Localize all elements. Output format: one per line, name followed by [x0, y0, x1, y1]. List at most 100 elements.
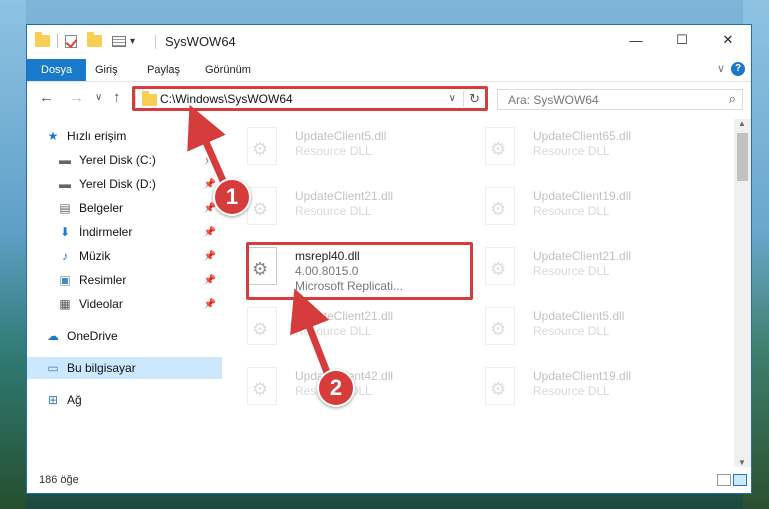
- nav-item-label: OneDrive: [67, 329, 118, 343]
- nav-item-downloads[interactable]: ⬇ İndirmeler 📌: [27, 221, 222, 243]
- file-item[interactable]: ⚙ UpdateClient5.dll Resource DLL: [227, 123, 457, 183]
- tiles-view-icon[interactable]: [733, 474, 747, 486]
- navigation-bar: ← → ∨ ↑ C:\Windows\SysWOW64 ∨ ↻ Ara: Sys…: [27, 83, 751, 115]
- file-item[interactable]: ⚙ UpdateClient19.dll Resource DLL: [465, 183, 695, 243]
- search-input[interactable]: Ara: SysWOW64 ⌕: [497, 89, 743, 110]
- file-description: Resource DLL: [533, 204, 610, 218]
- nav-item-label: Videolar: [79, 297, 123, 311]
- file-item[interactable]: ⚙ UpdateClient5.dll Resource DLL: [465, 303, 695, 363]
- tab-home[interactable]: Giriş: [95, 59, 118, 81]
- nav-item-quick-access[interactable]: ★ Hızlı erişim: [27, 125, 222, 147]
- file-description: Resource DLL: [295, 324, 372, 338]
- scroll-down-icon[interactable]: ▼: [738, 458, 746, 467]
- navigation-pane: ★ Hızlı erişim ▬ Yerel Disk (C:) 📌 ▬ Yer…: [27, 119, 222, 474]
- forward-arrow-icon[interactable]: →: [69, 89, 84, 106]
- star-icon: ★: [47, 129, 59, 143]
- search-icon[interactable]: ⌕: [729, 91, 736, 107]
- cloud-icon: ☁: [47, 329, 59, 343]
- properties-check-icon[interactable]: [65, 34, 77, 48]
- nav-item-local-disk-d[interactable]: ▬ Yerel Disk (D:) 📌: [27, 173, 222, 195]
- nav-item-local-disk-c[interactable]: ▬ Yerel Disk (C:) 📌: [27, 149, 222, 171]
- details-view-icon[interactable]: [717, 474, 731, 486]
- window-controls: — ☐ ✕: [613, 25, 751, 55]
- file-item[interactable]: ⚙ UpdateClient19.dll Resource DLL: [465, 363, 695, 423]
- download-icon: ⬇: [59, 225, 71, 239]
- dll-file-icon: ⚙: [485, 307, 515, 345]
- file-name: UpdateClient21.dll: [533, 249, 632, 263]
- tab-file[interactable]: Dosya: [27, 59, 87, 81]
- back-arrow-icon[interactable]: ←: [39, 89, 54, 106]
- scroll-up-icon[interactable]: ▲: [738, 119, 746, 128]
- file-item[interactable]: ⚙ UpdateClient21.dll Resource DLL: [465, 243, 695, 303]
- nav-item-network[interactable]: ⊞ Ağ: [27, 389, 222, 411]
- nav-item-label: Hızlı erişim: [67, 129, 127, 143]
- nav-item-onedrive[interactable]: ☁ OneDrive: [27, 325, 222, 347]
- recent-locations-icon[interactable]: ∨: [95, 92, 102, 103]
- file-explorer-window: ▾ SysWOW64 — ☐ ✕ Dosya Giriş Paylaş Görü…: [26, 24, 752, 494]
- nav-item-this-pc[interactable]: ▭ Bu bilgisayar: [27, 357, 222, 379]
- file-name: UpdateClient65.dll: [533, 129, 632, 143]
- dll-file-icon: ⚙: [247, 187, 277, 225]
- file-highlight-box: [246, 242, 473, 300]
- nav-item-label: Ağ: [67, 393, 82, 407]
- file-description: Resource DLL: [295, 144, 372, 158]
- tab-share[interactable]: Paylaş: [147, 59, 180, 81]
- view-switcher: [717, 474, 747, 486]
- file-name: UpdateClient21.dll: [295, 189, 394, 203]
- close-button[interactable]: ✕: [705, 25, 751, 55]
- title-bar: ▾ SysWOW64 — ☐ ✕: [27, 25, 751, 59]
- drive-icon: ▬: [59, 177, 71, 191]
- minimize-button[interactable]: —: [613, 25, 659, 55]
- step-marker-1: 1: [213, 178, 251, 216]
- file-description: Resource DLL: [533, 384, 610, 398]
- nav-item-label: Yerel Disk (D:): [79, 177, 156, 191]
- dll-file-icon: ⚙: [247, 367, 277, 405]
- pin-icon[interactable]: 📌: [204, 155, 216, 166]
- file-description: Resource DLL: [533, 264, 610, 278]
- status-bar: 186 öğe: [27, 469, 751, 493]
- expand-ribbon-icon[interactable]: ∨: [717, 62, 725, 75]
- music-icon: ♪: [62, 249, 68, 263]
- file-item[interactable]: ⚙ UpdateClient21.dll Resource DLL: [227, 183, 457, 243]
- step-marker-2: 2: [317, 369, 355, 407]
- window-title: SysWOW64: [165, 34, 236, 49]
- file-item[interactable]: ⚙ UpdateClient21.dll Resource DLL: [227, 303, 457, 363]
- nav-item-label: Resimler: [79, 273, 127, 287]
- address-highlight-box: [132, 86, 488, 111]
- computer-icon: ▭: [47, 361, 59, 375]
- nav-item-pictures[interactable]: ▣ Resimler 📌: [27, 269, 222, 291]
- nav-item-label: Müzik: [79, 249, 111, 263]
- nav-item-documents[interactable]: ▤ Belgeler 📌: [27, 197, 222, 219]
- file-name: UpdateClient21.dll: [295, 309, 394, 323]
- pin-icon[interactable]: 📌: [204, 299, 216, 310]
- nav-item-label: Yerel Disk (C:): [79, 153, 156, 167]
- file-item[interactable]: ⚙ UpdateClient65.dll Resource DLL: [465, 123, 695, 183]
- documents-icon: ▤: [59, 201, 71, 215]
- dll-file-icon: ⚙: [247, 307, 277, 345]
- chevron-down-icon[interactable]: ▾: [130, 36, 135, 47]
- maximize-button[interactable]: ☐: [659, 25, 705, 55]
- vertical-scrollbar[interactable]: ▲ ▼: [734, 119, 751, 467]
- new-folder-icon[interactable]: [87, 32, 102, 47]
- customize-toolbar-icon[interactable]: [112, 35, 126, 47]
- drive-icon: ▬: [59, 153, 71, 167]
- tab-view[interactable]: Görünüm: [205, 59, 251, 81]
- pin-icon[interactable]: 📌: [204, 251, 216, 262]
- help-icon[interactable]: ?: [731, 62, 745, 76]
- nav-item-label: Bu bilgisayar: [67, 361, 136, 375]
- desktop-background-left: [0, 0, 26, 509]
- pin-icon[interactable]: 📌: [204, 275, 216, 286]
- file-name: UpdateClient19.dll: [533, 189, 632, 203]
- search-placeholder: Ara: SysWOW64: [508, 93, 599, 107]
- folder-icon: [35, 32, 50, 47]
- file-description: Resource DLL: [533, 324, 610, 338]
- nav-item-videos[interactable]: ▦ Videolar 📌: [27, 293, 222, 315]
- nav-item-music[interactable]: ♪ Müzik 📌: [27, 245, 222, 267]
- title-divider: [155, 35, 156, 49]
- scrollbar-thumb[interactable]: [737, 133, 748, 181]
- toolbar-divider: [57, 34, 58, 48]
- file-name: UpdateClient5.dll: [295, 129, 387, 143]
- pin-icon[interactable]: 📌: [204, 227, 216, 238]
- dll-file-icon: ⚙: [485, 187, 515, 225]
- up-arrow-icon[interactable]: ↑: [113, 89, 121, 106]
